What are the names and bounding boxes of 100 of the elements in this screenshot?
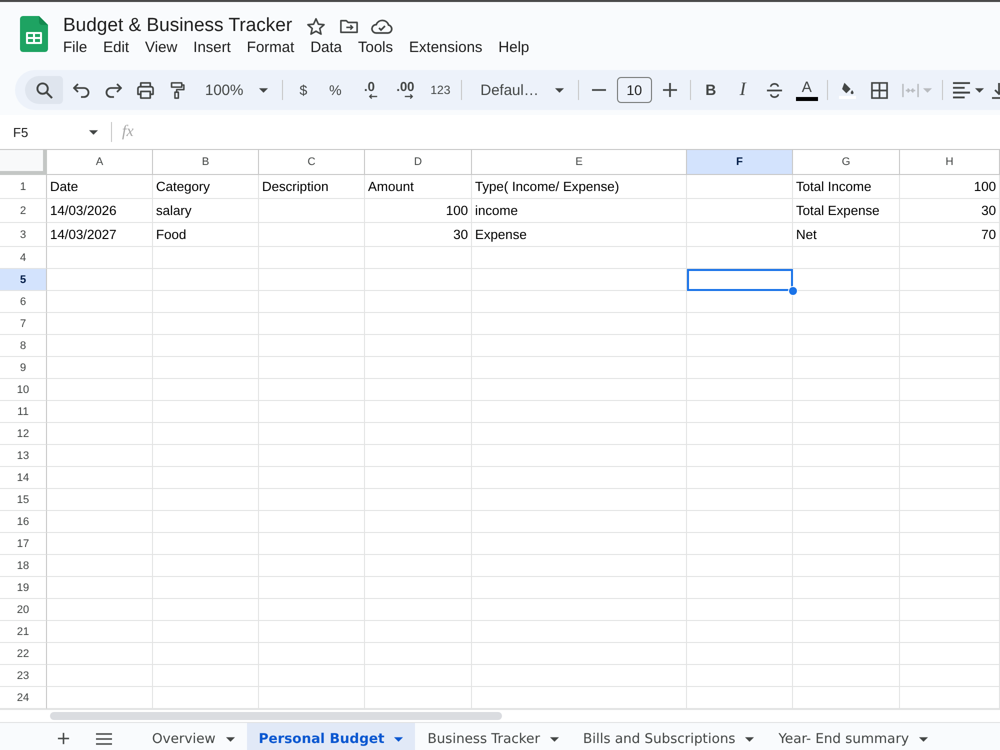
table-cell-text: 100	[972, 178, 997, 196]
column-header[interactable]: F	[687, 150, 793, 175]
caret-icon	[922, 88, 932, 92]
table-cell-text: Food	[155, 226, 188, 244]
sheet-tab[interactable]: Year- End summary	[766, 723, 940, 750]
row-header[interactable]: 3	[0, 223, 47, 247]
borders-icon	[871, 82, 888, 98]
menu-item[interactable]: View	[137, 38, 186, 58]
sheet-tab[interactable]: Business Tracker	[415, 723, 571, 750]
search-icon	[36, 82, 52, 98]
row-header[interactable]: 20	[0, 599, 47, 621]
plus-icon	[662, 83, 677, 97]
spreadsheet-logo-icon[interactable]	[20, 16, 48, 52]
row-header[interactable]: 4	[0, 247, 47, 269]
table-cell-text: Total Expense	[795, 202, 881, 220]
percent-button[interactable]: %	[321, 76, 350, 104]
column-header[interactable]: C	[259, 150, 365, 175]
font-size-field[interactable]: 10	[616, 77, 652, 103]
row-header[interactable]: 15	[0, 489, 47, 511]
caret-icon	[394, 736, 404, 742]
redo-icon	[104, 82, 122, 98]
row-header[interactable]: 7	[0, 313, 47, 335]
paint-roller-icon	[168, 82, 186, 98]
table-cell-text: 14/03/2027	[49, 226, 118, 244]
strikethrough-icon	[766, 82, 784, 98]
table-cell-text: Date	[49, 178, 80, 196]
menu-item[interactable]: Tools	[350, 38, 402, 58]
table-cell-text: salary	[155, 202, 192, 220]
menu-item[interactable]: File	[55, 38, 96, 58]
row-header[interactable]: 9	[0, 357, 47, 379]
table-cell-text: 30	[452, 226, 469, 244]
table-cell-text: Description	[261, 178, 330, 196]
zoom-dropdown[interactable]: 100%	[195, 76, 276, 104]
caret-icon	[745, 736, 754, 742]
row-header[interactable]: 21	[0, 621, 47, 643]
caret-icon	[550, 736, 559, 742]
table-cell-text: 14/03/2026	[49, 202, 118, 220]
row-header[interactable]: 6	[0, 291, 47, 313]
menu-item[interactable]: Data	[302, 38, 350, 58]
row-header[interactable]: 2	[0, 199, 47, 223]
column-header[interactable]: E	[472, 150, 687, 175]
row-header[interactable]: 14	[0, 467, 47, 489]
table-cell-text: Category	[155, 178, 211, 196]
document-title[interactable]: Budget & Business Tracker	[63, 14, 292, 38]
sheet-tab[interactable]: Overview	[140, 723, 247, 750]
color-underline-icon	[796, 96, 818, 100]
menu-item[interactable]: Edit	[95, 38, 138, 58]
row-header[interactable]: 24	[0, 687, 47, 709]
caret-icon	[554, 88, 564, 92]
fill-handle-icon[interactable]	[788, 286, 798, 296]
align-bottom-icon	[992, 82, 1000, 98]
italic-button[interactable]: I	[728, 76, 757, 104]
font-dropdown[interactable]: Defaul…	[468, 76, 572, 104]
search-button[interactable]	[25, 76, 63, 104]
menu-item[interactable]: Format	[238, 38, 302, 58]
row-header[interactable]: 5	[0, 269, 47, 291]
selected-cell[interactable]	[687, 269, 793, 291]
row-header[interactable]: 19	[0, 577, 47, 599]
caret-icon	[89, 130, 98, 134]
caret-icon	[918, 736, 928, 742]
column-header[interactable]: D	[365, 150, 472, 175]
menu-item[interactable]: Insert	[185, 38, 239, 58]
merge-cells-icon	[902, 82, 919, 98]
row-header[interactable]: 22	[0, 643, 47, 665]
column-header[interactable]: H	[900, 150, 1000, 175]
row-header[interactable]: 11	[0, 401, 47, 423]
scrollbar-thumb[interactable]	[50, 712, 502, 720]
row-header[interactable]: 17	[0, 533, 47, 555]
align-left-icon	[952, 82, 970, 98]
column-header[interactable]: G	[793, 150, 900, 175]
printer-icon	[136, 82, 154, 98]
row-header[interactable]: 18	[0, 555, 47, 577]
row-header[interactable]: 12	[0, 423, 47, 445]
text-color-button[interactable]: A	[792, 76, 821, 104]
menu-item[interactable]: Help	[490, 38, 538, 58]
sheet-tab[interactable]: Bills and Subscriptions	[571, 723, 766, 750]
row-header[interactable]: 13	[0, 445, 47, 467]
sheet-tab[interactable]: Personal Budget	[246, 723, 416, 750]
name-box[interactable]: F5	[0, 119, 105, 145]
row-header[interactable]: 8	[0, 335, 47, 357]
row-header[interactable]: 23	[0, 665, 47, 687]
row-header[interactable]: 1	[0, 175, 47, 199]
table-cell-text: 70	[980, 226, 997, 244]
increase-decimal-button[interactable]: .00	[389, 76, 422, 104]
table-cell-text: income	[474, 202, 519, 220]
plus-icon	[56, 732, 70, 745]
row-header[interactable]: 16	[0, 511, 47, 533]
column-header[interactable]: B	[153, 150, 259, 175]
row-header[interactable]: 10	[0, 379, 47, 401]
folder-icon[interactable]	[340, 18, 358, 34]
arrow-left-icon	[368, 94, 378, 99]
menu-item[interactable]: Extensions	[401, 38, 490, 58]
more-formats-button[interactable]: 123	[425, 76, 456, 104]
currency-button[interactable]: $	[289, 76, 318, 104]
decrease-decimal-button[interactable]: .0	[353, 76, 386, 104]
bold-button[interactable]: B	[696, 76, 725, 104]
star-icon[interactable]	[307, 18, 326, 34]
cloud-check-icon[interactable]	[371, 18, 394, 34]
paint-bucket-icon	[839, 82, 856, 98]
column-header[interactable]: A	[47, 150, 153, 175]
